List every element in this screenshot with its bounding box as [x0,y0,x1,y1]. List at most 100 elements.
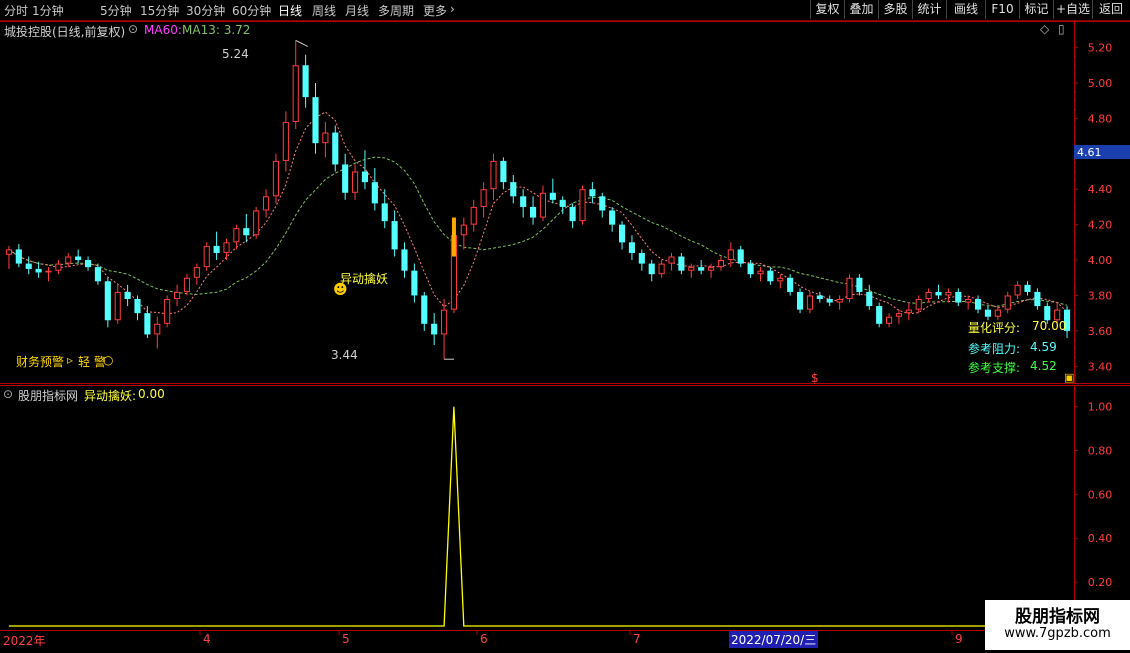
tab-15min[interactable]: 15分钟 [140,2,179,19]
candle-body-down [371,182,378,204]
toolbar: 分时 1分钟 5分钟 15分钟 30分钟 60分钟 日线 周线 月线 多周期 更… [0,0,1130,21]
diamond-icon[interactable]: ◇ [1040,22,1049,36]
candle [401,242,408,278]
date-label-year: 2022年 [3,634,46,648]
candle [213,231,220,261]
candle-body-up [183,277,191,292]
f10-button[interactable]: F10 [985,0,1019,19]
statistics-button[interactable]: 统计 [912,0,946,19]
draw-line-button[interactable]: 画线 [946,0,985,19]
site-watermark: 股朋指标网 www.7gpzb.com [985,600,1130,650]
score-label: 量化评分: [968,321,1021,335]
price-tick-label: 4.00 [1088,254,1113,267]
candle-body-up [45,270,52,273]
candle [1004,291,1011,314]
chevron-down-icon[interactable]: ⊙ [128,22,138,36]
indicator-panel[interactable]: 1.00 0.80 0.60 0.40 0.20 ⊙ 股朋指标网 异动擒妖: 0.00 [0,385,1130,630]
chevron-down-icon[interactable]: ⊙ [3,387,13,401]
candle-body-up [292,65,299,122]
candle [796,288,804,314]
cursor-date: 2022/07/20/三 [729,631,819,648]
candle [915,295,922,314]
candle [55,260,62,275]
candle-body-up [65,256,72,264]
candle [876,302,883,328]
candle [25,256,32,275]
candle-body-up [905,309,912,314]
tab-60min[interactable]: 60分钟 [232,2,271,19]
candle-body-up [836,299,843,303]
candle [183,274,191,296]
candle-body-down [549,192,556,200]
tab-1min[interactable]: 1分钟 [32,2,64,19]
candle-body-down [421,295,428,324]
candle-body-down [648,263,655,275]
mark-button[interactable]: 标记 [1019,0,1053,19]
candle [1014,281,1021,300]
candle-body-down [856,277,863,292]
candle-body-up [262,196,270,211]
candle-body-down [737,249,744,264]
candle-body-down [1024,284,1031,292]
candle [65,252,72,268]
candle [421,291,428,331]
candle [648,260,655,282]
price-chart-panel[interactable]: 5.205.004.804.604.404.204.003.803.603.40… [0,21,1130,385]
candle [391,210,398,257]
tab-weekly[interactable]: 周线 [312,2,336,19]
candle-body-down [243,228,250,236]
candle [431,313,438,346]
current-price-text: 4.61 [1077,146,1102,159]
candle [322,121,329,158]
tab-fenshi[interactable]: 分时 [4,2,28,19]
candle [638,249,645,271]
multi-stock-button[interactable]: 多股 [878,0,912,19]
candle [678,252,685,275]
candle-body-up [688,267,695,271]
candle-body-down [75,256,82,261]
chevron-right-icon[interactable]: › [450,2,455,16]
tab-monthly[interactable]: 月线 [345,2,369,19]
candle [539,185,547,222]
candle [945,288,952,303]
watermark-url: www.7gpzb.com [1004,626,1111,641]
tab-multi-period[interactable]: 多周期 [378,2,414,19]
candle [233,224,240,250]
candle-body-down [302,65,309,98]
expand-icon[interactable]: ▣ [1064,371,1074,384]
candle [569,203,576,229]
candle-body-down [984,309,992,317]
candle [75,249,82,264]
candle-body-down [618,224,626,243]
date-label-jul: 7 [633,632,641,646]
candlestick-chart[interactable]: 5.205.004.804.604.404.204.003.803.603.40… [0,21,1130,384]
overlay-button[interactable]: 叠加 [844,0,878,19]
support-value: 4.52 [1030,359,1057,373]
tab-daily[interactable]: 日线 [278,2,302,19]
candle [974,295,982,314]
back-button[interactable]: 返回 [1092,0,1129,19]
tab-30min[interactable]: 30分钟 [186,2,225,19]
candle-body-down [935,291,942,296]
candle-body-down [529,206,537,218]
panel-toggle-icon[interactable]: ▯ [1058,22,1065,36]
ma13-label: MA13: 3.72 [182,23,251,37]
add-watchlist-button[interactable]: +自选 [1053,0,1092,19]
candle [480,182,487,218]
candle-body-down [569,206,576,222]
candle-body-down [144,313,151,335]
arrow-icon: ▹ [67,353,74,367]
candle-body-down [361,171,369,183]
candle-body-down [767,270,774,282]
candle-body-down [866,291,873,307]
tab-more[interactable]: 更多 [423,2,447,19]
fuquan-button[interactable]: 复权 [810,0,844,19]
candle-body-up [717,260,725,268]
candle-body-up [658,263,665,275]
candle [411,263,418,303]
indicator-chart[interactable]: 1.00 0.80 0.60 0.40 0.20 [0,385,1130,630]
candle [846,274,853,303]
indicator-name: 股朋指标网 [18,389,79,403]
tab-5min[interactable]: 5分钟 [100,2,132,19]
candle [826,295,833,307]
